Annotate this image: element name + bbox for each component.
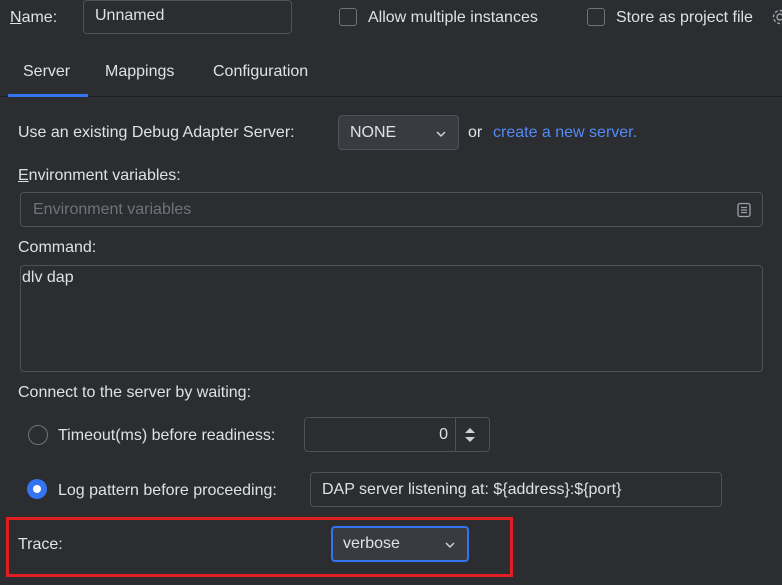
name-field-value: Unnamed	[95, 7, 165, 24]
env-placeholder: Environment variables	[33, 201, 192, 218]
spinner-divider	[455, 418, 456, 451]
env-label-rest: nvironment variables:	[28, 167, 181, 184]
timeout-label: Timeout(ms) before readiness:	[58, 427, 276, 444]
env-label-mnemonic: E	[18, 167, 29, 184]
name-label-mnemonic: N	[10, 9, 22, 26]
store-project-label: Store as project file	[616, 9, 753, 26]
trace-value: verbose	[343, 535, 400, 552]
tab-mappings[interactable]: Mappings	[105, 63, 174, 81]
allow-multiple-label: Allow multiple instances	[368, 9, 538, 26]
log-pattern-radio[interactable]	[27, 479, 47, 499]
name-field[interactable]: Unnamed	[83, 0, 292, 34]
create-server-link[interactable]: create a new server.	[493, 123, 637, 143]
trace-label: Trace:	[18, 536, 63, 553]
radio-dot	[33, 485, 41, 493]
log-pattern-input[interactable]: DAP server listening at: ${address}:${po…	[310, 472, 722, 507]
tab-divider	[0, 96, 782, 97]
log-pattern-value: DAP server listening at: ${address}:${po…	[322, 481, 622, 498]
gear-icon[interactable]	[771, 8, 782, 26]
tab-server[interactable]: Server	[23, 63, 70, 81]
allow-multiple-checkbox[interactable]	[339, 8, 357, 26]
existing-server-label: Use an existing Debug Adapter Server:	[18, 124, 295, 141]
existing-server-combo[interactable]: NONE	[338, 115, 459, 150]
command-label: Command:	[18, 239, 97, 256]
timeout-value: 0	[439, 426, 448, 443]
store-project-checkbox[interactable]	[587, 8, 605, 26]
tab-configuration[interactable]: Configuration	[213, 63, 308, 81]
chevron-down-icon	[435, 127, 447, 145]
connect-label: Connect to the server by waiting:	[18, 384, 252, 401]
timeout-spinner[interactable]: 0	[304, 417, 490, 452]
document-icon[interactable]	[736, 202, 752, 223]
existing-server-value: NONE	[350, 124, 397, 141]
command-value: dlv dap	[22, 269, 74, 286]
env-input[interactable]: Environment variables	[20, 192, 763, 227]
name-label: Name:	[10, 8, 57, 28]
name-label-rest: ame:	[21, 9, 58, 26]
log-pattern-label: Log pattern before proceeding:	[58, 482, 277, 499]
or-text: or	[468, 124, 483, 141]
spinner-arrows-icon[interactable]	[463, 426, 477, 449]
command-textarea[interactable]: dlv dap	[20, 265, 763, 372]
timeout-radio[interactable]	[28, 425, 48, 445]
trace-combo[interactable]: verbose	[331, 526, 469, 562]
tab-active-indicator	[8, 94, 88, 97]
chevron-down-icon	[444, 538, 456, 556]
env-label: Environment variables:	[18, 166, 181, 186]
